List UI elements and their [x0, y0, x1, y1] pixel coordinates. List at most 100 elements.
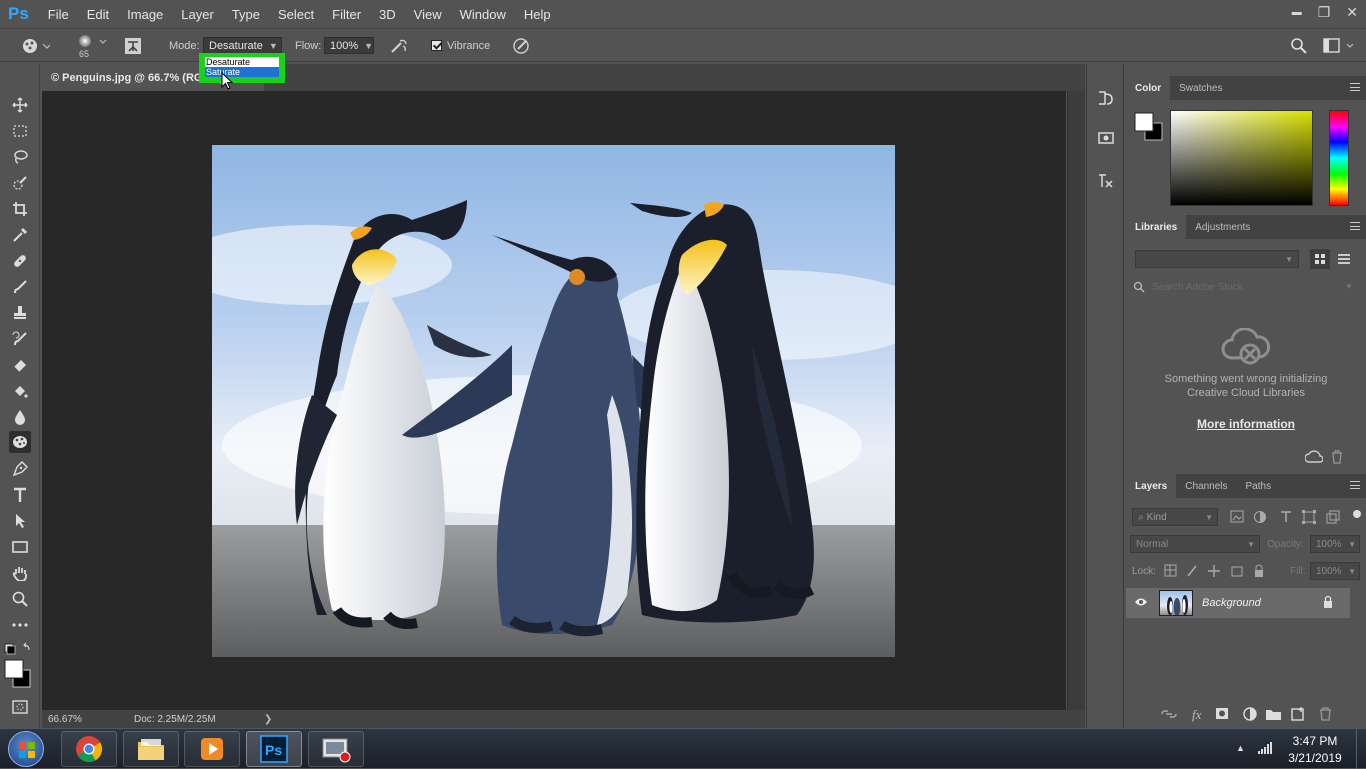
chevron-right-icon[interactable]: ❯ — [264, 714, 272, 725]
lasso-tool-icon[interactable] — [9, 146, 31, 168]
menu-file[interactable]: File — [39, 7, 78, 22]
eraser-tool-icon[interactable] — [9, 354, 31, 376]
tab-color[interactable]: Color — [1126, 76, 1171, 100]
pressure-size-icon[interactable] — [511, 36, 531, 56]
menu-filter[interactable]: Filter — [323, 7, 370, 22]
blur-tool-icon[interactable] — [9, 406, 31, 428]
layer-row-background[interactable]: Background — [1126, 588, 1350, 618]
library-select[interactable]: ▼ — [1135, 250, 1299, 268]
close-button[interactable]: ✕ — [1346, 4, 1358, 21]
tab-adjustments[interactable]: Adjustments — [1186, 215, 1259, 239]
penguins-image[interactable] — [212, 145, 895, 657]
brush-tool-icon[interactable] — [9, 276, 31, 298]
minimize-button[interactable]: ▬ — [1292, 7, 1302, 18]
visibility-eye-icon[interactable] — [1134, 597, 1148, 607]
color-picker-field[interactable] — [1170, 110, 1313, 206]
history-brush-tool-icon[interactable] — [9, 328, 31, 350]
move-tool-icon[interactable] — [9, 94, 31, 116]
menu-view[interactable]: View — [405, 7, 451, 22]
blend-mode-select[interactable]: Normal ▼ — [1130, 535, 1260, 553]
menu-select[interactable]: Select — [269, 7, 323, 22]
tab-layers[interactable]: Layers — [1126, 474, 1177, 498]
type-tool-icon[interactable] — [9, 484, 31, 506]
start-button[interactable] — [8, 731, 44, 767]
taskbar-explorer[interactable] — [123, 731, 179, 767]
character-panel-icon[interactable] — [1095, 170, 1117, 192]
filter-toggle-icon[interactable] — [1353, 510, 1361, 518]
paint-bucket-tool-icon[interactable] — [9, 380, 31, 402]
restore-button[interactable]: ❐ — [1318, 4, 1331, 21]
show-hidden-icons-icon[interactable]: ▲ — [1236, 743, 1245, 753]
panel-dock-strip — [1086, 64, 1124, 728]
fill-field[interactable]: 100% ▼ — [1310, 562, 1360, 580]
menu-help[interactable]: Help — [515, 7, 560, 22]
mode-dropdown[interactable]: Desaturate ▼ — [203, 37, 282, 54]
panel-menu-icon[interactable] — [1350, 222, 1360, 230]
tab-libraries[interactable]: Libraries — [1126, 215, 1187, 239]
panel-menu-icon[interactable] — [1350, 83, 1360, 91]
flow-field[interactable]: 100% ▼ — [324, 37, 374, 54]
history-panel-icon[interactable] — [1095, 87, 1117, 109]
stock-search-input[interactable]: Search Adobe Stock — [1152, 282, 1243, 293]
menu-edit[interactable]: Edit — [78, 7, 118, 22]
pen-tool-icon[interactable] — [9, 458, 31, 480]
hand-tool-icon[interactable] — [9, 562, 31, 584]
layer-kind-filter[interactable]: ⌕ Kind ▼ — [1132, 508, 1218, 526]
crop-tool-icon[interactable] — [9, 198, 31, 220]
taskbar-screen-recorder[interactable] — [308, 731, 364, 767]
tab-swatches[interactable]: Swatches — [1170, 76, 1231, 100]
color-panel-tabs: Color Swatches — [1126, 76, 1366, 100]
mode-option-saturate[interactable]: Saturate — [205, 67, 279, 77]
menu-type[interactable]: Type — [223, 7, 269, 22]
list-view-icon[interactable] — [1334, 249, 1354, 269]
foreground-background-swatch[interactable] — [1134, 112, 1164, 142]
lock-icon — [1323, 596, 1333, 608]
brush-preview[interactable]: 65 — [74, 33, 110, 59]
sponge-tool-preset-icon[interactable] — [20, 37, 50, 55]
sponge-tool-icon[interactable] — [9, 431, 31, 453]
vertical-scrollbar[interactable] — [1067, 91, 1085, 710]
vibrance-checkbox[interactable] — [431, 40, 442, 51]
menu-layer[interactable]: Layer — [172, 7, 223, 22]
taskbar-chrome[interactable] — [61, 731, 117, 767]
vibrance-label: Vibrance — [447, 40, 491, 52]
tab-paths[interactable]: Paths — [1237, 474, 1281, 498]
cc-sync-icon[interactable] — [1305, 450, 1323, 464]
quick-selection-tool-icon[interactable] — [9, 172, 31, 194]
menu-image[interactable]: Image — [118, 7, 172, 22]
taskbar-photoshop[interactable]: Ps — [246, 731, 302, 767]
network-icon[interactable] — [1257, 741, 1273, 755]
workspace-switcher-icon[interactable] — [1323, 37, 1359, 55]
brush-panel-toggle-icon[interactable] — [124, 37, 142, 55]
clock-date[interactable]: 3/21/2019 — [1282, 751, 1348, 765]
properties-panel-icon[interactable] — [1095, 127, 1117, 149]
more-tools-icon[interactable] — [9, 614, 31, 636]
airbrush-icon[interactable] — [389, 37, 409, 55]
zoom-level[interactable]: 66.67% — [48, 714, 128, 725]
clone-stamp-tool-icon[interactable] — [9, 302, 31, 324]
taskbar-media-player[interactable] — [184, 731, 240, 767]
rectangle-tool-icon[interactable] — [9, 536, 31, 558]
panel-menu-icon[interactable] — [1350, 481, 1360, 489]
eyedropper-tool-icon[interactable] — [9, 224, 31, 246]
opacity-field[interactable]: 100% ▼ — [1310, 535, 1360, 553]
menu-window[interactable]: Window — [451, 7, 515, 22]
search-icon[interactable] — [1290, 37, 1308, 55]
quick-mask-icon[interactable] — [9, 696, 31, 718]
path-selection-tool-icon[interactable] — [9, 510, 31, 532]
healing-brush-tool-icon[interactable] — [9, 250, 31, 272]
grid-view-icon[interactable] — [1310, 249, 1330, 269]
hue-slider[interactable] — [1329, 110, 1349, 206]
lock-icons[interactable] — [1164, 564, 1264, 578]
mode-option-desaturate[interactable]: Desaturate — [205, 57, 279, 67]
show-desktop-button[interactable] — [1356, 729, 1366, 769]
clock-time[interactable]: 3:47 PM — [1282, 734, 1348, 748]
marquee-tool-icon[interactable] — [9, 120, 31, 142]
zoom-tool-icon[interactable] — [9, 588, 31, 610]
menu-3d[interactable]: 3D — [370, 7, 405, 22]
trash-icon[interactable] — [1331, 450, 1343, 464]
layer-name[interactable]: Background — [1202, 597, 1261, 609]
tab-channels[interactable]: Channels — [1176, 474, 1236, 498]
more-information-link[interactable]: More information — [1126, 417, 1366, 431]
color-swatches[interactable] — [4, 642, 36, 688]
